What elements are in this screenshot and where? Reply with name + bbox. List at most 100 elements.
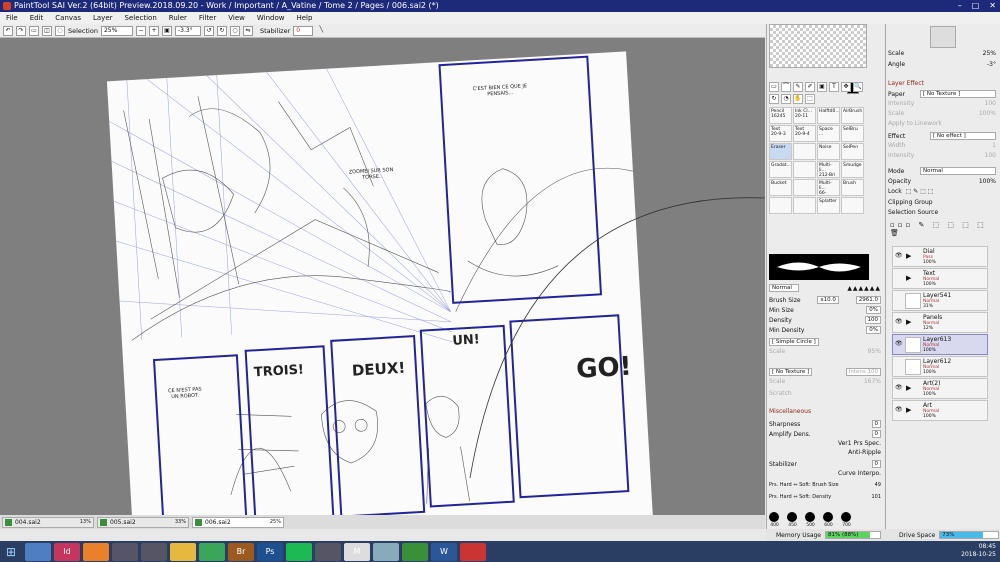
- layer-row[interactable]: 👁 Layer613 Normal 100%: [892, 334, 988, 355]
- lock-icons[interactable]: ⬚ ✎ ⬚ ⬚: [906, 188, 934, 195]
- menu-help[interactable]: Help: [290, 12, 318, 24]
- minimize-button[interactable]: –: [958, 1, 962, 11]
- brush-dot-600[interactable]: [823, 512, 833, 522]
- brush-shape-icons[interactable]: ▲▲▲▲▲▲: [847, 285, 881, 292]
- eye-icon[interactable]: 👁: [895, 384, 903, 391]
- layer-action-icons[interactable]: ▫▫▫ ✎ ⬚ ⬚ ⬚ ⬚ 🗑: [890, 221, 1000, 237]
- menu-view[interactable]: View: [222, 12, 251, 24]
- brush-slot[interactable]: Space ...: [817, 125, 840, 142]
- zoom-reset-icon[interactable]: ▣: [161, 25, 172, 36]
- navigator-thumbnail[interactable]: [930, 26, 956, 48]
- tool-icon-0[interactable]: ▭: [769, 82, 779, 92]
- stabilizer-select[interactable]: 0: [293, 25, 314, 36]
- canvas-area[interactable]: C'EST BIEN CE QUE JE PENSAIS... ZOOMEI S…: [0, 38, 765, 515]
- brush-slot[interactable]: Noise: [817, 143, 840, 160]
- zoom-in-icon[interactable]: +: [148, 25, 159, 36]
- menu-layer[interactable]: Layer: [87, 12, 119, 24]
- color-swatches[interactable]: [769, 24, 867, 68]
- opacity-value[interactable]: 100%: [979, 178, 996, 185]
- eye-icon[interactable]: [895, 362, 902, 369]
- brush-slot[interactable]: SelBru: [841, 125, 864, 142]
- brush-dot-700[interactable]: [841, 512, 851, 522]
- layer-row[interactable]: 👁 ▶ Panels Normal 12%: [892, 312, 988, 333]
- brush-slot[interactable]: Text 20-9-3: [769, 125, 792, 142]
- effect-select[interactable]: [ No effect ]: [930, 132, 996, 140]
- stabilizer-value-2[interactable]: 0: [871, 460, 881, 468]
- brush-slot[interactable]: Ink Cl... 20-11: [793, 107, 816, 124]
- tool-icon-3[interactable]: ✐: [805, 82, 815, 92]
- ver1-checkbox[interactable]: Ver1 Prs Spec.: [838, 440, 881, 447]
- brush-slot[interactable]: Splatter: [817, 197, 840, 214]
- paper-scale-value[interactable]: 100%: [979, 110, 996, 117]
- antiripple-checkbox[interactable]: Anti-Ripple: [848, 449, 881, 456]
- brush-size-value[interactable]: 2961.0: [855, 296, 881, 304]
- deselect-icon[interactable]: ▭: [29, 25, 39, 36]
- tool-icon-1[interactable]: ⌒: [781, 82, 791, 92]
- brush-slot[interactable]: Brush: [841, 179, 864, 196]
- brush-dot-450[interactable]: [787, 512, 797, 522]
- min-density-value[interactable]: 0%: [866, 326, 881, 334]
- brush-dot-500[interactable]: [805, 512, 815, 522]
- brush-slot[interactable]: Pencil 16245: [769, 107, 792, 124]
- taskbar-explorer-hub-icon[interactable]: [25, 542, 51, 561]
- layer-row[interactable]: Layer612 Normal 100%: [892, 356, 988, 377]
- rotate-left-icon[interactable]: ↺: [203, 25, 214, 36]
- brush-slot[interactable]: Multi-li...66-Bright: [817, 179, 840, 196]
- layer-row[interactable]: 👁 ▶ Art(2) Normal 100%: [892, 378, 988, 399]
- undo-icon[interactable]: ↶: [3, 25, 13, 36]
- zoom-select[interactable]: 25%: [100, 25, 133, 36]
- taskbar-photoshop-icon[interactable]: Ps: [257, 542, 283, 561]
- sharpness-value[interactable]: 0: [871, 420, 881, 428]
- eye-icon[interactable]: 👁: [895, 318, 903, 325]
- blend-mode-select[interactable]: Normal: [769, 284, 799, 292]
- file-tab-004[interactable]: 004.sai2 13%: [2, 516, 94, 528]
- taskbar-bridge-icon[interactable]: Br: [228, 542, 254, 561]
- menu-selection[interactable]: Selection: [119, 12, 163, 24]
- taskbar-firefox-icon[interactable]: [83, 542, 109, 561]
- menu-filter[interactable]: Filter: [193, 12, 222, 24]
- intensity-value[interactable]: 100: [985, 100, 996, 107]
- start-button[interactable]: ⊞: [0, 541, 22, 562]
- texture-select[interactable]: [ No Texture ]: [769, 368, 813, 376]
- width-value[interactable]: 1: [992, 142, 996, 149]
- folder-expand-icon[interactable]: ▶: [906, 406, 911, 414]
- tool-icon-2[interactable]: ✎: [793, 82, 803, 92]
- clock[interactable]: 08:45 2018-10-25: [961, 543, 996, 559]
- tool-icon-10[interactable]: ✋: [793, 94, 803, 104]
- amplify-value[interactable]: 0: [871, 430, 881, 438]
- tool-icon-8[interactable]: ↻: [769, 94, 779, 104]
- tool-icon-7[interactable]: 🔍: [853, 82, 863, 92]
- texture-intensity[interactable]: Intens 100: [845, 368, 881, 376]
- brush-slot[interactable]: [793, 143, 816, 160]
- scratch-checkbox[interactable]: Scratch: [769, 390, 792, 397]
- folder-expand-icon[interactable]: ▶: [906, 252, 911, 260]
- taskbar-folder-icon[interactable]: [170, 542, 196, 561]
- maximize-button[interactable]: □: [972, 1, 980, 11]
- brush-slot[interactable]: SelPen: [841, 143, 864, 160]
- brush-shape-select[interactable]: [ Simple Circle ]: [769, 338, 819, 346]
- folder-expand-icon[interactable]: ▶: [906, 318, 911, 326]
- taskbar-indesign-icon[interactable]: Id: [54, 542, 80, 561]
- texture-scale-value[interactable]: 167%: [864, 378, 881, 385]
- selection-source-checkbox[interactable]: Selection Source: [888, 209, 938, 216]
- brush-slot[interactable]: [769, 197, 792, 214]
- brush-size-mult[interactable]: x10.0: [817, 296, 839, 304]
- nav-angle-value[interactable]: -3°: [987, 61, 996, 68]
- tool-icon-9[interactable]: ◔: [781, 94, 791, 104]
- folder-expand-icon[interactable]: ▶: [906, 274, 911, 282]
- tool-icon-4[interactable]: ▣: [817, 82, 827, 92]
- menu-window[interactable]: Window: [251, 12, 291, 24]
- min-size-value[interactable]: 0%: [866, 306, 881, 314]
- line-icon[interactable]: ╲: [316, 26, 326, 36]
- angle-select[interactable]: -3.3°: [174, 25, 201, 36]
- taskbar-app-5-icon[interactable]: [141, 542, 167, 561]
- layer-row[interactable]: ▶ Text Normal 100%: [892, 268, 988, 289]
- intensity2-value[interactable]: 100: [985, 152, 996, 159]
- menu-canvas[interactable]: Canvas: [49, 12, 87, 24]
- file-tab-005[interactable]: 005.sai2 33%: [97, 516, 189, 528]
- brush-slot[interactable]: [841, 197, 864, 214]
- taskbar-word-icon[interactable]: W: [431, 542, 457, 561]
- brush-slot[interactable]: Eraser: [769, 143, 792, 160]
- file-tab-006[interactable]: 006.sai2 25%: [192, 516, 284, 528]
- taskbar-spotify-icon[interactable]: [286, 542, 312, 561]
